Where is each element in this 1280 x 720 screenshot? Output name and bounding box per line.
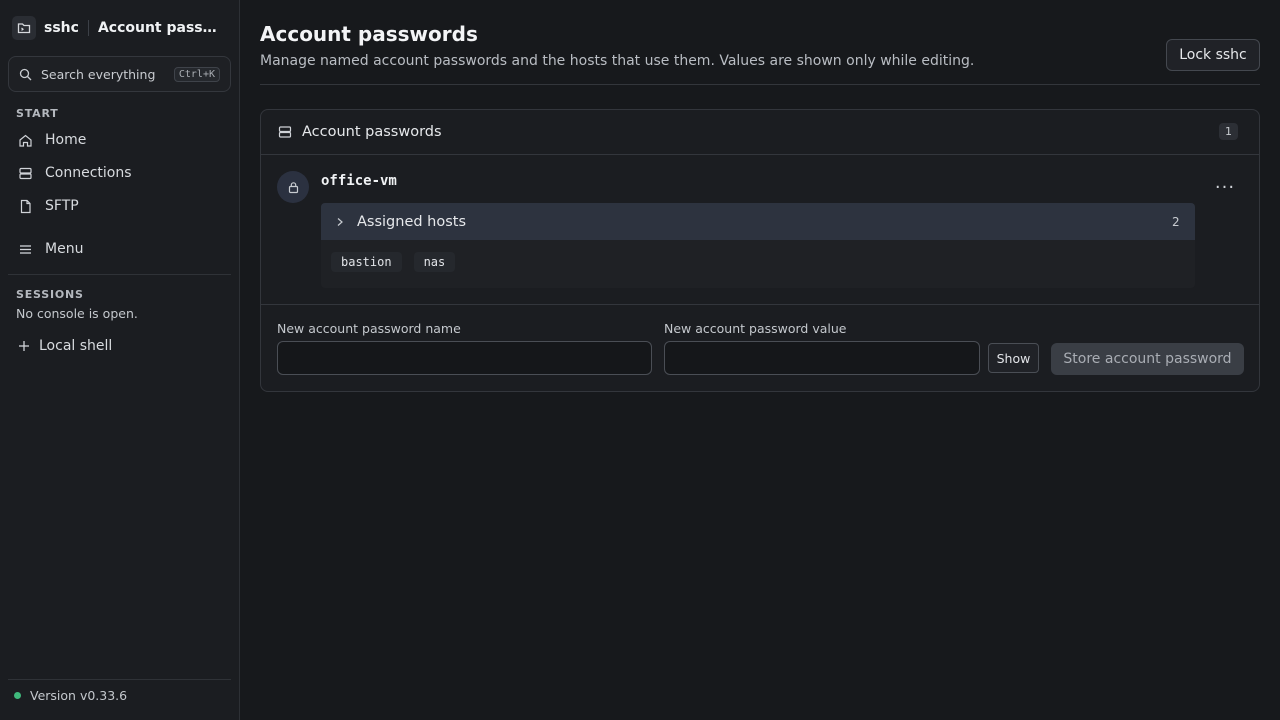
lock-button[interactable]: Lock sshc [1166,39,1260,71]
app-brand: sshc Account passwords [12,16,229,40]
search-shortcut: Ctrl+K [173,66,220,82]
sidebar-item-menu[interactable]: Menu [8,234,231,264]
assigned-hosts-label: Assigned hosts [357,213,467,230]
version-text: Version v0.33.6 [30,688,128,703]
sidebar-item-home[interactable]: Home [8,125,231,155]
sessions-section-label: SESSIONS [16,288,84,301]
assigned-hosts-panel: Assigned hosts 2 bastion nas [321,203,1195,288]
sidebar-item-label: SFTP [45,198,79,214]
search-icon [19,68,32,81]
sidebar: sshc Account passwords Search everything… [0,0,240,720]
count-badge: 1 [1219,123,1238,140]
menu-icon [18,242,33,257]
show-password-button[interactable]: Show [988,343,1039,373]
status-dot-icon [14,692,21,699]
name-field-label: New account password name [277,321,461,336]
server-icon [278,125,292,139]
sessions-empty-text: No console is open. [16,306,138,321]
account-passwords-card: Account passwords 1 office-vm ... Assign… [260,109,1260,392]
brand-divider [87,20,89,36]
sidebar-item-label: Menu [45,241,84,257]
lock-icon [277,171,309,203]
file-icon [18,199,33,214]
password-name-input[interactable] [277,341,652,375]
assigned-hosts-count: 2 [1172,215,1180,229]
header-divider [260,84,1260,85]
current-page-name: Account passwords [97,20,229,36]
host-chips: bastion nas [331,252,456,272]
password-value-input[interactable] [664,341,980,375]
sidebar-divider [8,274,231,275]
store-password-button[interactable]: Store account password [1051,343,1244,375]
host-chip[interactable]: bastion [331,252,402,272]
page-title: Account passwords [260,22,478,46]
sidebar-item-label: Connections [45,165,132,181]
home-icon [18,133,33,148]
chevron-right-icon [335,217,345,227]
search-box[interactable]: Search everything Ctrl+K [8,56,231,92]
card-header: Account passwords 1 [261,110,1259,155]
local-shell-label: Local shell [39,338,113,354]
sidebar-item-label: Home [45,132,87,148]
assigned-hosts-toggle[interactable]: Assigned hosts 2 [321,203,1195,240]
sidebar-item-connections[interactable]: Connections [8,158,231,188]
plus-icon [18,340,30,352]
more-options-button[interactable]: ... [1211,174,1239,198]
version-info: Version v0.33.6 [14,688,127,703]
form-divider [261,304,1259,305]
sidebar-footer-divider [8,679,231,680]
start-section-label: START [16,107,59,120]
sshc-logo-icon [12,16,36,40]
page-subtitle: Manage named account passwords and the h… [260,53,975,69]
sidebar-item-sftp[interactable]: SFTP [8,191,231,221]
card-title: Account passwords [302,124,442,140]
search-placeholder: Search everything [41,66,156,82]
account-password-name: office-vm [321,173,397,189]
server-icon [18,166,33,181]
host-chip[interactable]: nas [413,252,456,272]
value-field-label: New account password value [664,321,847,336]
local-shell-button[interactable]: Local shell [8,331,231,361]
app-name: sshc [44,20,79,36]
